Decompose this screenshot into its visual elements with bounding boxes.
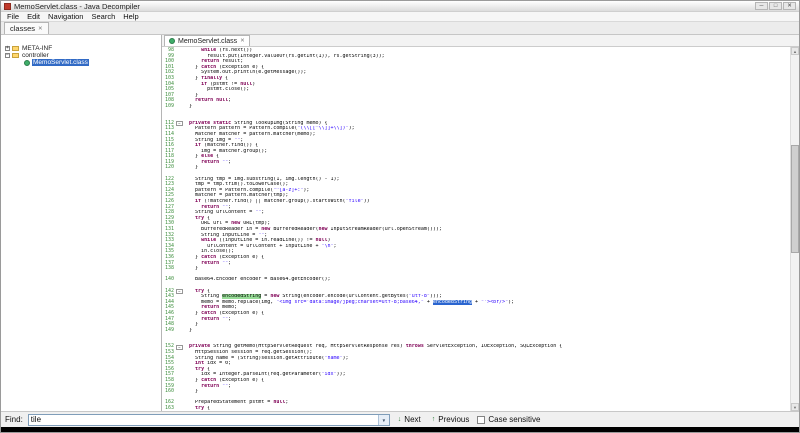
taskbar-strip <box>1 427 799 432</box>
editor-panel: MemoServlet.class ✕ 98 while (rs.next())… <box>162 35 799 411</box>
code-view: 98 while (rs.next()) 99 result.put(Intege… <box>162 47 799 411</box>
tree-item-label: MemoServlet.class <box>32 59 89 66</box>
jd-gui-window: MemoServlet.class - Java Decompiler ─ □ … <box>0 0 800 433</box>
find-previous-button[interactable]: ↑ Previous <box>429 414 473 426</box>
menu-help[interactable]: Help <box>119 12 142 21</box>
find-label: Find: <box>5 415 23 424</box>
editor-tab-bar: MemoServlet.class ✕ <box>162 35 799 47</box>
menu-search[interactable]: Search <box>87 12 119 21</box>
down-arrow-icon: ↓ <box>397 416 402 423</box>
expand-icon[interactable]: + <box>5 46 10 51</box>
minimize-icon[interactable]: ─ <box>755 2 768 10</box>
find-bar: Find: ▼ ↓ Next ↑ Previous Case sensitive <box>1 411 799 427</box>
code-line: 163 try { <box>162 405 790 411</box>
editor-tab[interactable]: MemoServlet.class ✕ <box>164 35 250 46</box>
menu-navigation[interactable]: Navigation <box>44 12 87 21</box>
scrollbar-thumb[interactable] <box>791 145 799 253</box>
case-sensitive-checkbox[interactable]: Case sensitive <box>477 415 540 424</box>
scroll-up-icon[interactable]: ▲ <box>791 47 799 55</box>
tree-item-controller[interactable]: − controller <box>1 52 161 59</box>
tab-label: classes <box>10 24 36 33</box>
editor-tab-close-icon[interactable]: ✕ <box>240 38 245 44</box>
previous-label: Previous <box>438 415 470 424</box>
fold-gutter <box>176 115 183 121</box>
fold-marker-icon[interactable]: − <box>176 121 183 127</box>
window-controls: ─ □ ✕ <box>755 2 796 10</box>
fold-gutter <box>176 283 183 289</box>
tab-classes[interactable]: classes ✕ <box>4 22 49 34</box>
next-label: Next <box>404 415 421 424</box>
app-icon <box>4 2 11 10</box>
up-arrow-icon: ↑ <box>431 416 436 423</box>
tab-close-icon[interactable]: ✕ <box>38 26 43 32</box>
case-sensitive-label: Case sensitive <box>488 415 541 424</box>
main-area: + META-INF − controller MemoServlet.class Me… <box>1 35 799 411</box>
menu-file[interactable]: File <box>3 12 23 21</box>
package-tree-panel: + META-INF − controller MemoServlet.class <box>1 35 162 411</box>
find-next-button[interactable]: ↓ Next <box>395 414 424 426</box>
code-text[interactable]: try { <box>183 406 790 411</box>
tree-item-label: controller <box>22 52 49 59</box>
main-tab-bar: classes ✕ <box>1 22 799 35</box>
title-bar: MemoServlet.class - Java Decompiler ─ □ … <box>1 1 799 12</box>
fold-marker-icon[interactable]: − <box>176 344 183 350</box>
fold-marker-icon[interactable]: − <box>176 288 183 294</box>
folder-icon <box>12 53 19 58</box>
window-title: MemoServlet.class - Java Decompiler <box>14 1 140 11</box>
fold-gutter <box>176 406 183 411</box>
menu-edit[interactable]: Edit <box>23 12 44 21</box>
find-dropdown-icon[interactable]: ▼ <box>377 414 389 425</box>
code-lines: 98 while (rs.next()) 99 result.put(Intege… <box>162 47 790 411</box>
folder-icon <box>12 46 19 51</box>
tree-item-label: META-INF <box>22 45 53 52</box>
close-icon[interactable]: ✕ <box>783 2 796 10</box>
tree-item-meta-inf[interactable]: + META-INF <box>1 45 161 52</box>
line-number: 163 <box>164 405 174 411</box>
class-icon <box>169 38 175 44</box>
checkbox-icon <box>477 415 486 424</box>
tree-item-memoservlet-class[interactable]: MemoServlet.class <box>1 59 161 66</box>
scroll-down-icon[interactable]: ▼ <box>791 403 799 411</box>
fold-gutter <box>176 339 183 345</box>
find-input[interactable] <box>28 414 378 425</box>
editor-tab-label: MemoServlet.class <box>178 37 238 45</box>
menu-bar: File Edit Navigation Search Help <box>1 12 799 22</box>
collapse-icon[interactable]: − <box>5 53 10 58</box>
maximize-icon[interactable]: □ <box>769 2 782 10</box>
vertical-scrollbar[interactable]: ▲ ▼ <box>790 47 799 411</box>
class-icon <box>24 59 30 66</box>
find-input-combo: ▼ <box>27 413 390 426</box>
